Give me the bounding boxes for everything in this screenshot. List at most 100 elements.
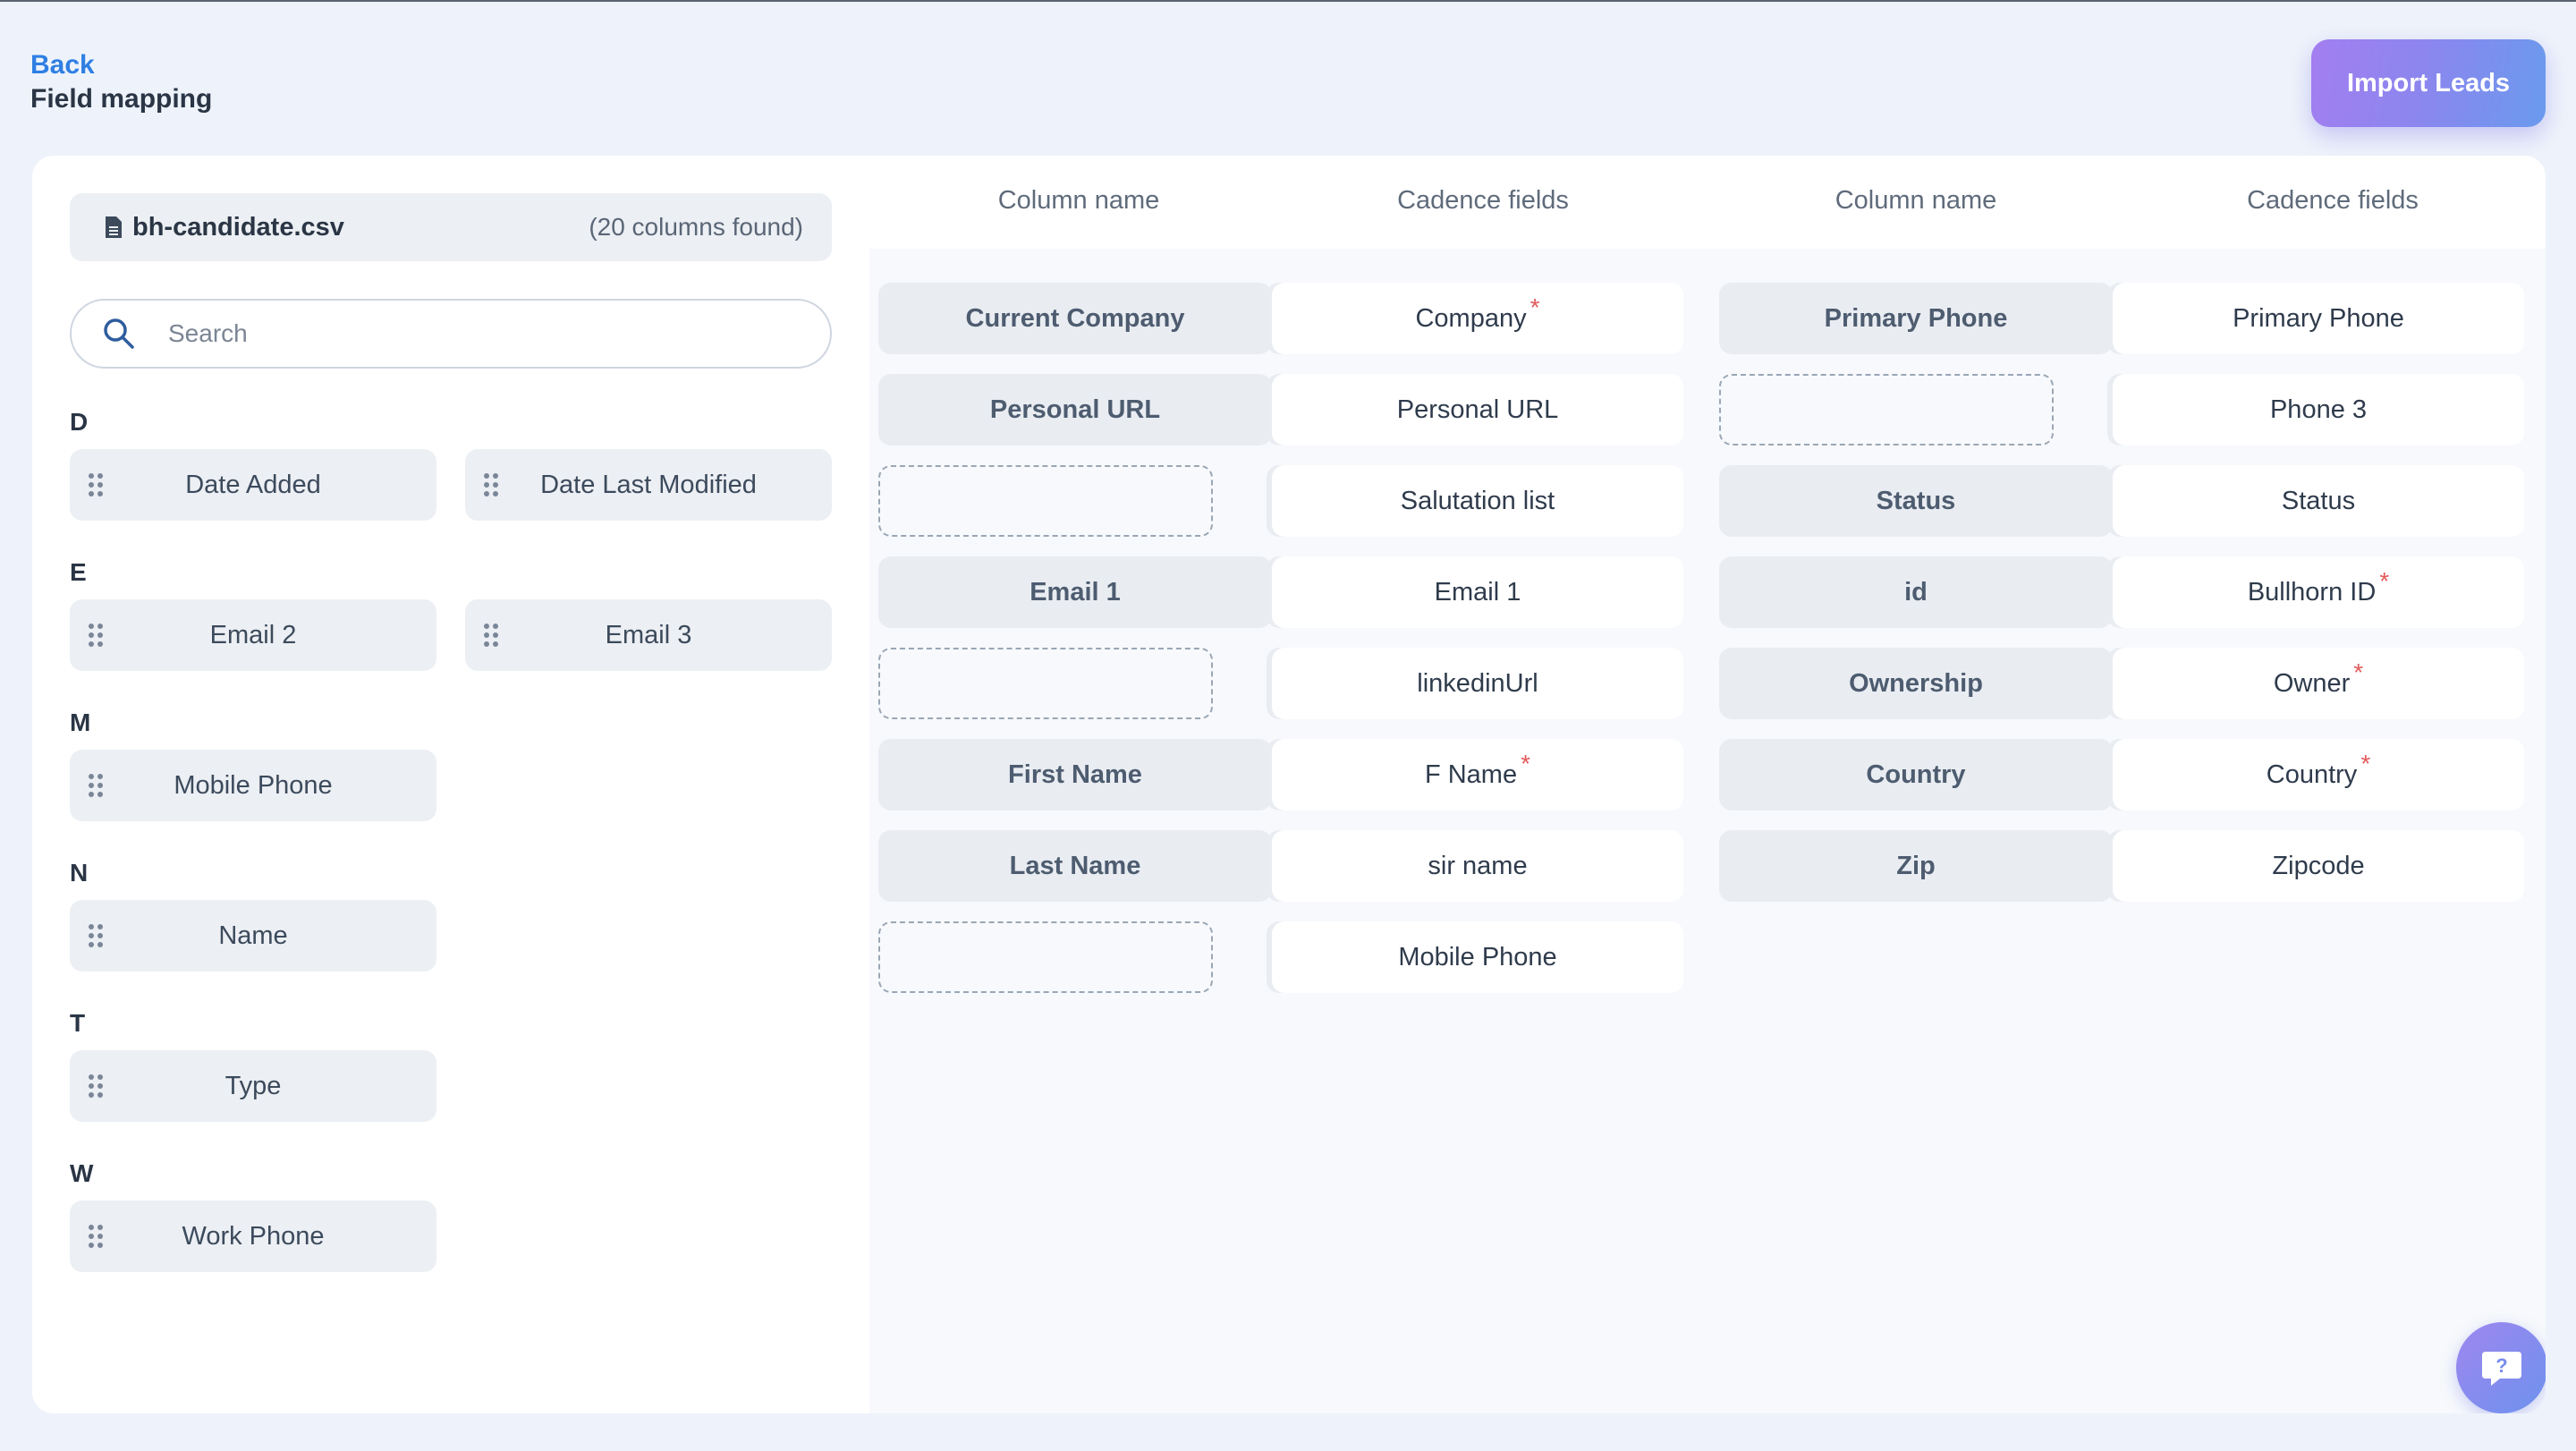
mapping-header: Column name Cadence fields Column name C… xyxy=(869,156,2546,249)
empty-column-dropzone[interactable] xyxy=(878,921,1213,993)
field-chip-date-added[interactable]: Date Added xyxy=(70,449,436,521)
field-chip-mobile-phone[interactable]: Mobile Phone xyxy=(70,750,436,821)
mapped-column-chip[interactable]: Last Name xyxy=(878,830,1272,902)
drag-handle-icon[interactable] xyxy=(88,923,104,948)
search-box[interactable] xyxy=(70,299,832,369)
drag-handle-icon[interactable] xyxy=(88,472,104,497)
field-chip-date-last-modified[interactable]: Date Last Modified xyxy=(465,449,832,521)
mapped-column-chip[interactable]: Personal URL xyxy=(878,374,1272,445)
empty-column-dropzone[interactable] xyxy=(878,648,1213,719)
field-chip-email-2[interactable]: Email 2 xyxy=(70,599,436,671)
drag-handle-icon[interactable] xyxy=(483,472,499,497)
field-chip-label: Type xyxy=(225,1071,282,1100)
cadence-field-label: Zipcode xyxy=(2272,851,2365,880)
group-letter-m: M xyxy=(70,709,91,736)
cadence-field-label: Email 1 xyxy=(1434,577,1521,607)
column-name-header: Column name xyxy=(997,186,1160,215)
help-chat-button[interactable]: ? xyxy=(2456,1322,2546,1413)
import-leads-button[interactable]: Import Leads xyxy=(2311,39,2546,127)
cadence-field-label: Owner xyxy=(2273,668,2351,698)
cadence-field-label: Primary Phone xyxy=(2233,303,2404,333)
required-marker: * xyxy=(1521,750,1531,777)
field-chip-email-3[interactable]: Email 3 xyxy=(465,599,832,671)
empty-column-dropzone[interactable] xyxy=(1719,374,2054,445)
columns-found-count: (20 columns found) xyxy=(589,213,803,241)
column-name-header: Column name xyxy=(1835,186,1997,215)
cadence-field-label: Bullhorn ID xyxy=(2247,577,2377,607)
cadence-fields-header: Cadence fields xyxy=(1397,186,1569,215)
cadence-field: Mobile Phone xyxy=(1272,921,1683,993)
cadence-field-label: Salutation list xyxy=(1400,486,1555,515)
drag-handle-icon[interactable] xyxy=(483,623,499,648)
file-name: bh-candidate.csv xyxy=(132,212,344,242)
mapped-column-chip[interactable]: Status xyxy=(1719,465,2113,537)
field-chip-type[interactable]: Type xyxy=(70,1050,436,1122)
mapped-column-chip[interactable]: Ownership xyxy=(1719,648,2113,719)
cadence-field-label: Status xyxy=(2281,486,2356,515)
cadence-field: F Name * xyxy=(1272,739,1683,810)
empty-column-dropzone[interactable] xyxy=(878,465,1213,537)
required-marker: * xyxy=(1530,293,1540,321)
cadence-field-label: F Name xyxy=(1424,759,1518,789)
field-chip-work-phone[interactable]: Work Phone xyxy=(70,1201,436,1272)
search-input[interactable] xyxy=(166,318,707,349)
field-chip-label: Name xyxy=(218,921,288,950)
group-letter-t: T xyxy=(70,1009,86,1037)
field-chip-label: Email 3 xyxy=(605,620,692,649)
file-icon xyxy=(106,216,122,238)
cadence-field-label: Personal URL xyxy=(1396,395,1559,424)
cadence-field: Status xyxy=(2113,465,2524,537)
cadence-field: Owner * xyxy=(2113,648,2524,719)
field-chip-label: Date Added xyxy=(185,470,321,499)
mapping-card: bh-candidate.csv (20 columns found) D Da… xyxy=(32,156,2546,1413)
cadence-field-label: Country xyxy=(2266,759,2358,789)
drag-handle-icon[interactable] xyxy=(88,623,104,648)
cadence-field: Primary Phone xyxy=(2113,283,2524,354)
drag-handle-icon[interactable] xyxy=(88,1224,104,1249)
svg-text:?: ? xyxy=(2496,1354,2507,1377)
field-chip-label: Work Phone xyxy=(182,1221,325,1251)
mapped-column-chip[interactable]: Primary Phone xyxy=(1719,283,2113,354)
group-letter-w: W xyxy=(70,1159,94,1187)
page-title: Field mapping xyxy=(30,84,213,114)
cadence-field: Zipcode xyxy=(2113,830,2524,902)
file-info-bar: bh-candidate.csv (20 columns found) xyxy=(70,193,832,261)
mapped-column-chip[interactable]: Country xyxy=(1719,739,2113,810)
search-icon xyxy=(104,318,134,349)
field-chip-label: Date Last Modified xyxy=(540,470,757,499)
back-link[interactable]: Back xyxy=(30,50,95,81)
cadence-field-label: sir name xyxy=(1428,851,1528,880)
group-letter-n: N xyxy=(70,859,89,887)
cadence-field: Personal URL xyxy=(1272,374,1683,445)
mapped-column-chip[interactable]: Zip xyxy=(1719,830,2113,902)
cadence-fields-header: Cadence fields xyxy=(2247,186,2419,215)
cadence-field-label: Mobile Phone xyxy=(1398,942,1557,972)
cadence-field: Bullhorn ID * xyxy=(2113,556,2524,628)
cadence-field: Company * xyxy=(1272,283,1683,354)
mapping-area: Column name Cadence fields Column name C… xyxy=(869,156,2546,1413)
drag-handle-icon[interactable] xyxy=(88,1073,104,1099)
cadence-field-label: Phone 3 xyxy=(2269,395,2368,424)
cadence-field: linkedinUrl xyxy=(1272,648,1683,719)
mapped-column-chip[interactable]: Current Company xyxy=(878,283,1272,354)
mapped-column-chip[interactable]: id xyxy=(1719,556,2113,628)
drag-handle-icon[interactable] xyxy=(88,773,104,798)
required-marker: * xyxy=(2360,750,2371,777)
cadence-field-label: Company xyxy=(1415,303,1527,333)
cadence-field: Salutation list xyxy=(1272,465,1683,537)
mapped-column-chip[interactable]: First Name xyxy=(878,739,1272,810)
cadence-field: Country * xyxy=(2113,739,2524,810)
cadence-field-label: linkedinUrl xyxy=(1417,668,1538,698)
cadence-field: Email 1 xyxy=(1272,556,1683,628)
help-chat-icon: ? xyxy=(2482,1352,2521,1386)
group-letter-e: E xyxy=(70,558,87,586)
required-marker: * xyxy=(2379,567,2390,595)
field-chip-label: Email 2 xyxy=(209,620,297,649)
required-marker: * xyxy=(2353,658,2364,686)
group-letter-d: D xyxy=(70,408,89,436)
field-chip-label: Mobile Phone xyxy=(174,770,333,800)
field-chip-name[interactable]: Name xyxy=(70,900,436,972)
cadence-field: sir name xyxy=(1272,830,1683,902)
cadence-field: Phone 3 xyxy=(2113,374,2524,445)
mapped-column-chip[interactable]: Email 1 xyxy=(878,556,1272,628)
